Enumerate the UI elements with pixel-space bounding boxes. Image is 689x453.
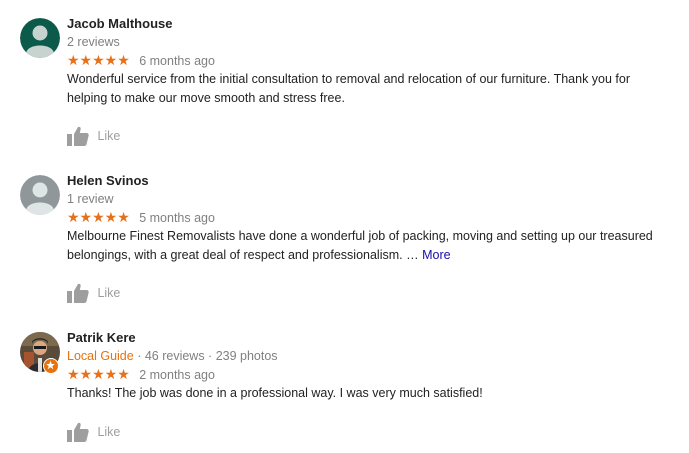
thumbs-up-icon — [67, 422, 89, 442]
review-item: Helen Svinos 1 review ★★★★★ 5 months ago… — [0, 173, 689, 305]
reviews-list: Jacob Malthouse 2 reviews ★★★★★ 6 months… — [0, 0, 689, 453]
reviewer-stats: · 46 reviews · 239 photos — [137, 349, 278, 363]
local-guide-label[interactable]: Local Guide — [67, 349, 134, 363]
review-text: Thanks! The job was done in a profession… — [67, 386, 483, 400]
reviewer-name[interactable]: Patrik Kere — [67, 330, 136, 345]
like-button[interactable]: Like — [67, 126, 120, 148]
review-date: 2 months ago — [139, 367, 215, 382]
person-silhouette-icon — [20, 18, 60, 58]
reviewer-meta: 2 reviews — [67, 35, 120, 49]
like-label: Like — [97, 286, 121, 300]
star-rating: ★★★★★ — [67, 52, 130, 69]
thumbs-up-icon — [67, 126, 89, 146]
reviewer-meta: 1 review — [67, 192, 114, 206]
like-button[interactable]: Like — [67, 422, 120, 444]
review-text-body: Melbourne Finest Removalists have done a… — [67, 229, 653, 262]
thumbs-up-icon — [67, 283, 89, 303]
review-date: 6 months ago — [139, 53, 215, 68]
rating-line: ★★★★★ 2 months ago — [67, 366, 215, 384]
reviewer-name[interactable]: Jacob Malthouse — [67, 16, 172, 31]
reviewer-name[interactable]: Helen Svinos — [67, 173, 149, 188]
rating-line: ★★★★★ 6 months ago — [67, 52, 215, 70]
review-date: 5 months ago — [139, 210, 215, 225]
avatar[interactable] — [20, 175, 60, 215]
star-rating: ★★★★★ — [67, 366, 130, 383]
review-text: Melbourne Finest Removalists have done a… — [67, 227, 667, 265]
rating-line: ★★★★★ 5 months ago — [67, 209, 215, 227]
like-label: Like — [97, 129, 121, 143]
avatar[interactable] — [20, 18, 60, 58]
reviewer-meta: Local Guide · 46 reviews · 239 photos — [67, 349, 278, 363]
more-link[interactable]: More — [422, 248, 450, 262]
like-button[interactable]: Like — [67, 283, 120, 305]
review-item: Jacob Malthouse 2 reviews ★★★★★ 6 months… — [0, 16, 689, 148]
like-label: Like — [97, 425, 121, 439]
local-guide-star-badge-icon — [43, 358, 59, 374]
review-text: Wonderful service from the initial consu… — [67, 72, 631, 105]
review-item: Patrik Kere Local Guide · 46 reviews · 2… — [0, 330, 689, 450]
person-silhouette-icon — [20, 175, 60, 215]
star-rating: ★★★★★ — [67, 209, 130, 226]
